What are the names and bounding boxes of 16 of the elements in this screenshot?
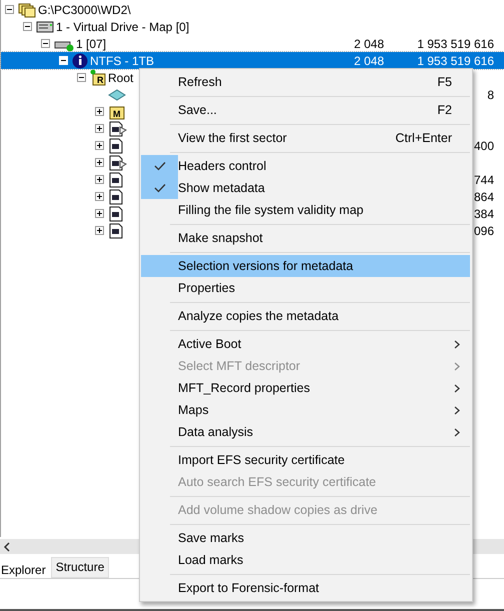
- tree-value: 1 953 519 616: [416, 36, 494, 50]
- tree-label: Root: [108, 70, 134, 84]
- tree-value: 8: [486, 88, 494, 102]
- tree-label: G:\PC3000\WD2\: [38, 2, 131, 16]
- tree-value: 096: [472, 224, 494, 238]
- tree-value: 2 048: [352, 36, 384, 50]
- tree-label: NTFS - 1TB: [90, 54, 154, 68]
- tree-value: 400: [472, 138, 494, 152]
- tree-value: 384: [472, 206, 494, 220]
- mfolder-icon: M: [108, 104, 126, 120]
- tree-label: 1 [07]: [76, 36, 106, 50]
- tree-value: 2 048: [352, 54, 384, 68]
- tree-value: 744: [472, 172, 494, 186]
- tree-value: 1 953 519 616: [416, 54, 494, 68]
- tree-value: 864: [472, 190, 494, 204]
- tree-label: 1 - Virtual Drive - Map [0]: [56, 20, 190, 34]
